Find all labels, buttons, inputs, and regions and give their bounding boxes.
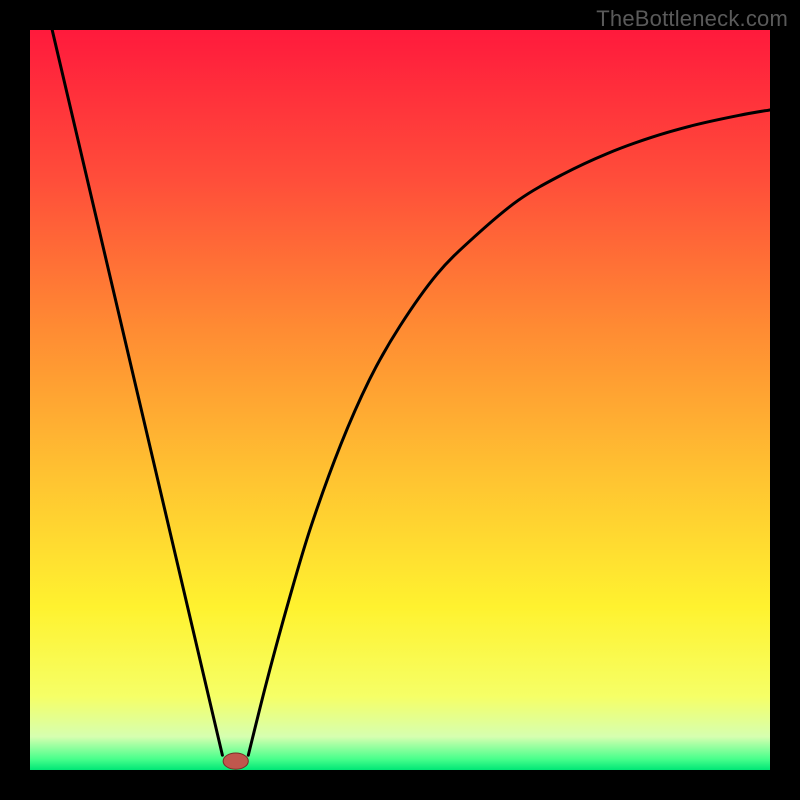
gradient-bg — [30, 30, 770, 770]
minimum-marker — [223, 753, 248, 769]
plot-area — [30, 30, 770, 770]
chart-frame: TheBottleneck.com — [0, 0, 800, 800]
watermark-text: TheBottleneck.com — [596, 6, 788, 32]
chart-svg — [30, 30, 770, 770]
